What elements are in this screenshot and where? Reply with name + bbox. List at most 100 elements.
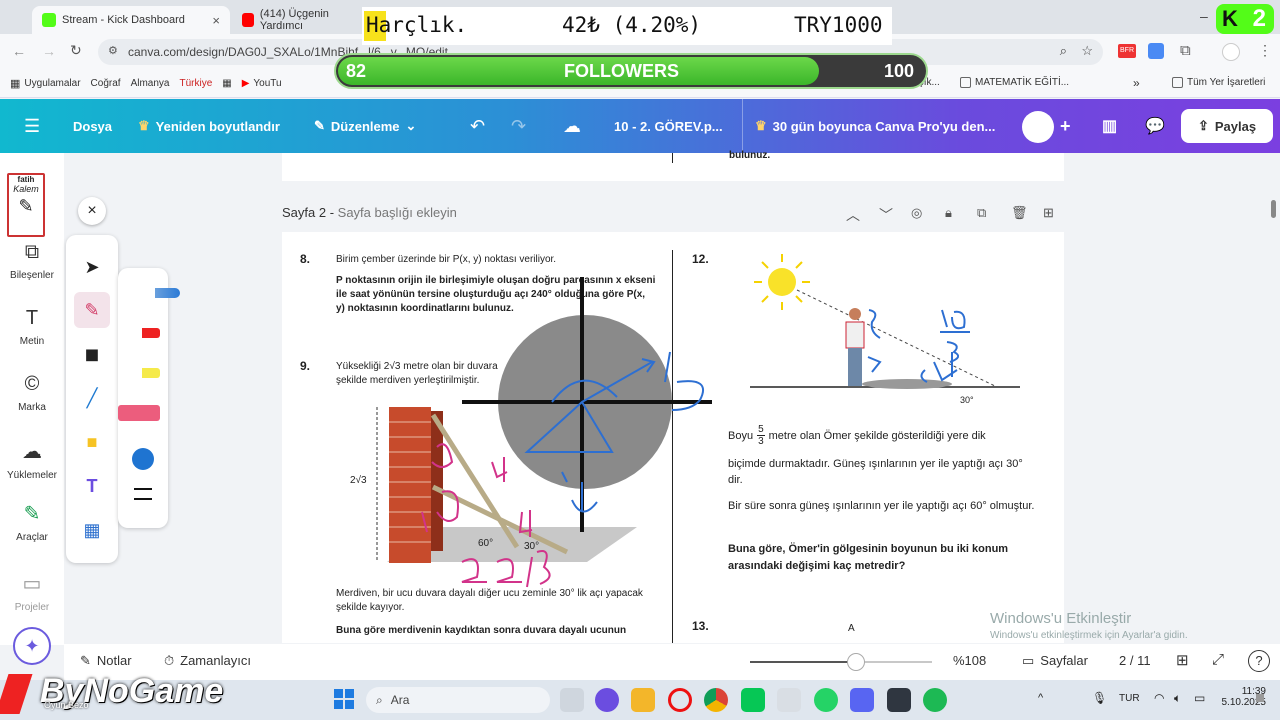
discord-icon[interactable] [850,688,874,712]
translate-icon[interactable] [1148,43,1164,59]
sticky-note-icon[interactable]: ■ [74,424,110,460]
extension-icon[interactable]: BFR [1118,44,1136,58]
resize-button[interactable]: ♛ Yeniden boyutlandır [138,99,280,153]
analytics-icon[interactable]: ▥ [1102,99,1117,153]
forward-icon[interactable]: → [42,43,56,59]
site-info-icon[interactable]: ⚙ [108,44,118,57]
select-tool-icon[interactable]: ➤ [74,249,110,285]
sidebar-item-tools[interactable]: ✎ Araçlar [0,501,64,543]
help-icon[interactable]: ? [1248,650,1270,672]
minimize-button[interactable]: – [1200,8,1208,24]
tab-kick-dashboard[interactable]: Stream - Kick Dashboard × [32,6,230,34]
blue-pen-swatch[interactable] [124,288,180,298]
edit-mode-button[interactable]: ✎ Düzenleme ⌄ [314,99,416,153]
bookmark-turkiye[interactable]: Türkiye [179,78,212,89]
close-icon[interactable]: × [212,13,220,28]
pen-tool-icon[interactable]: ✎ [74,292,110,328]
move-up-icon[interactable]: ︿ [846,205,860,225]
bookmark-almanya[interactable]: Almanya [131,78,170,89]
menu-icon[interactable]: ⋮ [1258,42,1272,59]
pen-app-icon[interactable] [777,688,801,712]
zoom-slider-handle[interactable] [846,653,865,671]
sidebar-item-components[interactable]: ⧉ Bileşenler [0,241,64,281]
scrollbar-thumb[interactable] [1271,200,1276,218]
page-title-input[interactable]: Sayfa başlığı ekleyin [338,205,457,220]
duplicate-page-icon[interactable]: ⧉ [977,205,986,221]
fullscreen-icon[interactable]: ⤢ [1212,651,1224,668]
line-icon[interactable] [741,688,765,712]
color-picker-swatch[interactable] [132,448,154,470]
shapes-tool-icon[interactable]: ◼ [74,336,110,372]
microphone-icon[interactable]: 🎙︎ [1092,691,1107,705]
start-button[interactable] [334,689,354,709]
yellow-highlighter-swatch[interactable] [124,368,160,378]
back-icon[interactable]: ← [12,43,26,59]
pro-trial-button[interactable]: ♛ 30 gün boyunca Canva Pro'yu den... [742,99,1010,153]
tab-label: Stream - Kick Dashboard [62,14,185,26]
task-view-icon[interactable] [560,688,584,712]
spotify-icon[interactable] [923,688,947,712]
page-2-canvas[interactable]: 8. Birim çember üzerinde bir P(x, y) nok… [282,232,1064,643]
redo-icon[interactable]: ↷ [511,99,526,153]
bookmark-cograf[interactable]: Coğraf [91,78,121,89]
tray-chevron-icon[interactable]: ^ [1038,692,1043,704]
bookmark-all[interactable]: Tüm Yer İşaretleri [1172,77,1265,88]
zoom-icon[interactable]: ⌕ [1060,43,1067,59]
hamburger-icon[interactable]: ☰ [24,99,40,153]
zoom-slider[interactable] [750,653,932,671]
comments-icon[interactable]: 💬 [1145,99,1165,153]
wifi-icon[interactable]: ◠ [1154,691,1164,705]
close-draw-panel-button[interactable]: × [78,197,106,225]
app-icon-1[interactable] [595,688,619,712]
volume-icon[interactable]: 🔈︎ [1174,691,1181,706]
fatih-kalem-app[interactable]: fatih Kalem ✎ [7,173,45,237]
reload-icon[interactable]: ↻ [70,42,82,59]
pages-button[interactable]: ▭ Sayfalar [1022,653,1088,669]
battery-icon[interactable]: ▭ [1194,691,1205,705]
whatsapp-icon[interactable] [814,688,838,712]
sidebar-item-uploads[interactable]: ☁ Yüklemeler [0,439,64,481]
sidebar-item-brand[interactable]: © Marka [0,373,64,413]
page-counter[interactable]: 2 / 11 [1119,653,1151,668]
delete-page-icon[interactable]: 🗑︎ [1011,205,1028,221]
bookmark-youtube[interactable]: ▶ YouTu [242,78,282,89]
timer-button[interactable]: ⏱ Zamanlayıcı [164,653,251,669]
eraser-swatch[interactable] [118,405,160,421]
text-tool-icon[interactable]: T [74,468,110,504]
stroke-weight-icon[interactable] [134,488,152,500]
sidebar-item-projects[interactable]: ▭ Projeler [0,571,64,613]
red-marker-swatch[interactable] [124,328,160,338]
chrome-icon[interactable] [704,688,728,712]
more-bookmarks-icon[interactable]: » [1133,76,1140,90]
magic-assistant-icon[interactable]: ✦ [13,627,51,665]
sidebar-item-text[interactable]: T Metin [0,307,64,347]
undo-icon[interactable]: ↶ [470,99,485,153]
lock-icon[interactable]: 🔒︎ [945,205,952,221]
app-icon-2[interactable] [887,688,911,712]
tab-youtube[interactable]: (414) Üçgenin Yardımcı [232,6,367,34]
bookmark-apps[interactable]: ▦ Uygulamalar [10,77,81,90]
add-page-icon[interactable]: ⊞ [1043,205,1054,221]
file-explorer-icon[interactable] [631,688,655,712]
cloud-sync-icon[interactable]: ☁ [563,99,581,153]
profile-avatar[interactable] [1222,43,1240,61]
taskbar-search[interactable]: ⌕ Ara [366,687,550,713]
user-avatar[interactable] [1022,111,1054,143]
opera-icon[interactable] [668,688,692,712]
line-tool-icon[interactable]: ╱ [74,380,110,416]
share-button[interactable]: ⇪ Paylaş [1181,109,1273,143]
add-collaborator-icon[interactable]: + [1060,99,1071,153]
notes-button[interactable]: ✎ Notlar [80,653,132,669]
notification-icon[interactable] [1256,694,1264,702]
move-down-icon[interactable]: ﹀ [879,205,893,225]
extensions-icon[interactable]: ⧉ [1180,42,1191,59]
zoom-value[interactable]: %108 [953,653,986,668]
file-menu-button[interactable]: Dosya [73,99,112,153]
design-title[interactable]: 10 - 2. GÖREV.p... [614,99,723,153]
bookmark-matematik[interactable]: MATEMATİK EĞİTİ... [960,77,1069,88]
grid-view-icon[interactable]: ⊞ [1176,651,1189,669]
bookmark-star-icon[interactable]: ☆ [1081,43,1093,59]
bookmark-grid[interactable]: ▦ [222,78,231,89]
hide-page-icon[interactable]: ◎ [911,205,922,221]
table-tool-icon[interactable]: ▦ [74,512,110,548]
